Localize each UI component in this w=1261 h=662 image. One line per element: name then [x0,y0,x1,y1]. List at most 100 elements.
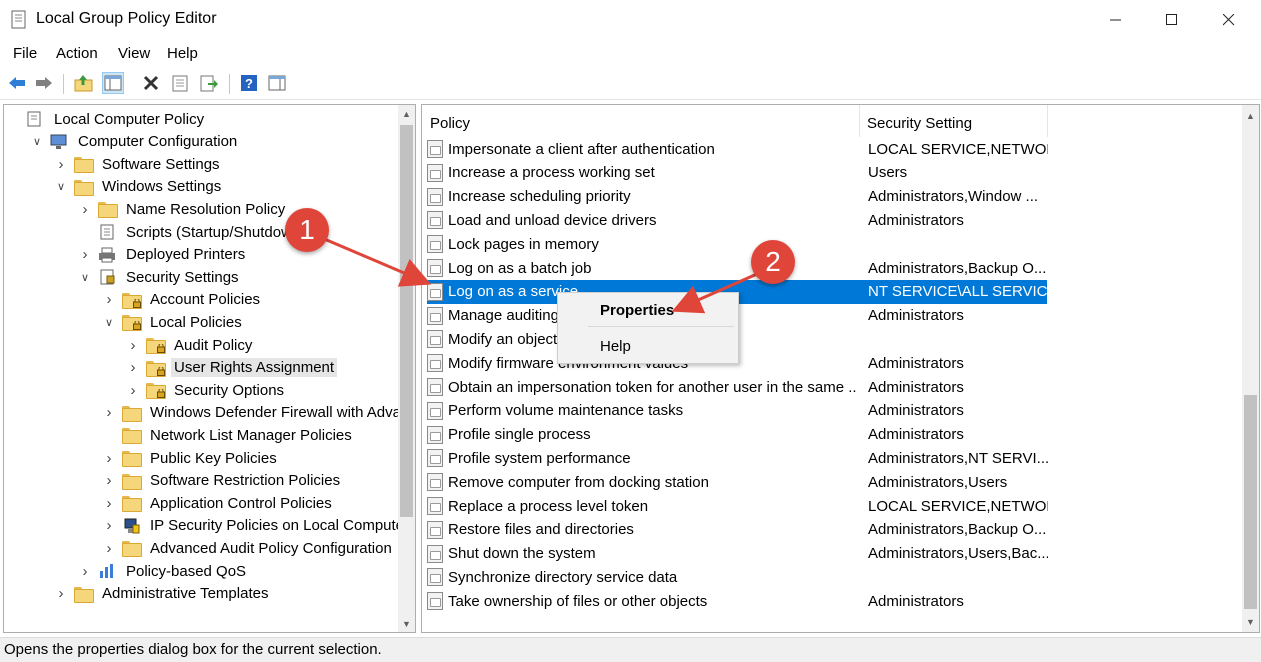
collapse-chevron-icon[interactable]: ∨ [56,181,66,193]
table-row[interactable]: Increase scheduling priority Administrato… [427,185,1047,209]
tree-node-user-rights-assignment[interactable]: User Rights Assignment [146,357,338,379]
help-button[interactable]: ? [238,72,260,94]
table-row[interactable]: Profile single process Administrators [427,423,1047,447]
policy-name: Take ownership of files or other objects [448,592,708,610]
expand-chevron-icon[interactable]: › [104,404,114,421]
tree-node-audit-policy[interactable]: Audit Policy [146,334,255,356]
expand-chevron-icon[interactable]: › [80,563,90,580]
tree-node-name-resolution-policy[interactable]: Name Resolution Policy [98,198,288,220]
expand-chevron-icon[interactable]: › [128,382,138,399]
details-scroll-thumb[interactable] [1244,395,1257,609]
tree-node-public-key-policies[interactable]: Public Key Policies [122,447,280,469]
table-row[interactable]: Profile system performance Administrators… [427,446,1048,470]
expand-chevron-icon[interactable]: › [104,450,114,467]
table-row[interactable]: Load and unload device drivers Administra… [427,208,1047,232]
tree-node-windows-settings[interactable]: Windows Settings [74,176,224,198]
up-folder-button[interactable] [73,72,95,94]
scroll-down-icon[interactable]: ▼ [398,615,415,632]
table-row[interactable]: Lock pages in memory [427,232,1047,256]
tree-node-policy-based-qos[interactable]: Policy-based QoS [98,560,249,582]
tree-node-windows-defender-firewall-with-advance[interactable]: Windows Defender Firewall with Advance [122,402,415,424]
table-row[interactable]: Perform volume maintenance tasks Administ… [427,399,1047,423]
tree-node-account-policies[interactable]: Account Policies [122,289,263,311]
scroll-up-icon[interactable]: ▲ [398,105,415,122]
context-menu-properties[interactable]: Properties [600,302,674,319]
tree-node-security-options[interactable]: Security Options [146,379,287,401]
tree-node-security-settings[interactable]: Security Settings [98,266,242,288]
tree-node-advanced-audit-policy-configuration[interactable]: Advanced Audit Policy Configuration [122,537,395,559]
table-row[interactable]: Restore files and directories Administrat… [427,518,1047,542]
tree-node-ip-security-policies-on-local-computer[interactable]: IP Security Policies on Local Computer [122,515,412,537]
forward-button[interactable] [33,72,55,94]
tree-node-scripts-startup-shutdown[interactable]: Scripts (Startup/Shutdown) [98,221,308,243]
tree-node-label: Computer Configuration [78,133,238,151]
policy-icon [427,449,443,468]
expand-chevron-icon[interactable]: › [128,337,138,354]
tree-node-application-control-policies[interactable]: Application Control Policies [122,492,335,514]
expand-chevron-icon[interactable]: › [80,201,90,218]
expand-chevron-icon[interactable]: › [104,495,114,512]
column-header-security-setting[interactable]: Security Setting [860,105,1048,137]
minimize-button[interactable] [1087,0,1145,40]
table-row[interactable]: Take ownership of files or other objects… [427,589,1047,613]
tree-scroll-thumb[interactable] [400,125,413,517]
scroll-down-icon[interactable]: ▼ [1242,613,1259,630]
context-menu-help[interactable]: Help [600,338,631,355]
expand-chevron-icon[interactable]: › [104,472,114,489]
action-pane-button[interactable] [266,72,288,94]
column-header-policy-label: Policy [430,115,471,132]
security-setting: Administrators,Window ... [868,188,1039,206]
export-list-button[interactable] [198,72,220,94]
menu-help[interactable]: Help [167,45,198,62]
table-row[interactable]: Impersonate a client after authenticatio… [427,137,1048,161]
expand-chevron-icon[interactable]: › [104,517,114,534]
tree-node-local-computer-policy[interactable]: Local Computer Policy [26,108,207,130]
table-row[interactable]: Log on as a batch job Administrators,Back… [427,256,1047,280]
collapse-chevron-icon[interactable]: ∨ [104,317,114,329]
details-pane[interactable]: Policy ˆ Security Setting Impersonate a … [421,104,1260,633]
tree-node-network-list-manager-policies[interactable]: Network List Manager Policies [122,424,355,446]
table-row[interactable]: Increase a process working set Users [427,161,1047,185]
expand-chevron-icon[interactable]: › [128,359,138,376]
table-row[interactable]: Replace a process level token LOCAL SERVI… [427,494,1048,518]
show-hide-tree-icon [104,75,122,91]
column-header-policy[interactable]: Policy [422,105,860,137]
expand-chevron-icon[interactable]: › [80,246,90,263]
table-row[interactable]: Remove computer from docking station Admi… [427,470,1047,494]
expand-chevron-icon[interactable]: › [56,585,66,602]
tree-node-local-policies[interactable]: Local Policies [122,311,245,333]
column-header-setting-label: Security Setting [867,115,973,132]
tree-scrollbar[interactable]: ▲ ▼ [398,105,415,632]
tree-node-label: Security Settings [126,268,239,286]
expand-chevron-icon[interactable]: › [104,291,114,308]
show-hide-tree-button[interactable] [102,72,124,94]
expand-chevron-icon[interactable]: › [56,156,66,173]
status-text: Opens the properties dialog box for the … [4,641,382,658]
tree-node-software-settings[interactable]: Software Settings [74,153,223,175]
maximize-button[interactable] [1143,0,1201,40]
properties-button[interactable] [169,72,191,94]
policy-icon [427,473,443,492]
tree-node-computer-configuration[interactable]: Computer Configuration [50,131,240,153]
details-scrollbar[interactable]: ▲ ▼ [1242,105,1259,632]
scroll-up-icon[interactable]: ▲ [1242,107,1259,124]
collapse-chevron-icon[interactable]: ∨ [32,136,42,148]
back-button[interactable] [6,72,28,94]
expand-chevron-icon[interactable]: › [104,540,114,557]
tree-node-deployed-printers[interactable]: Deployed Printers [98,244,248,266]
console-tree[interactable]: Local Computer Policy ∨ Computer Configura… [3,104,416,633]
tree-node-software-restriction-policies[interactable]: Software Restriction Policies [122,470,343,492]
menu-action[interactable]: Action [56,45,98,62]
tree-node-administrative-templates[interactable]: Administrative Templates [74,583,271,605]
printer-icon [98,247,117,263]
tree-node-label: Local Policies [150,313,242,331]
table-row[interactable]: Synchronize directory service data [427,565,1047,589]
delete-button[interactable] [140,72,162,94]
menu-file[interactable]: File [13,45,37,62]
table-row[interactable]: Shut down the system Administrators,Users… [427,542,1048,566]
menu-view[interactable]: View [118,45,150,62]
table-row[interactable]: Obtain an impersonation token for anothe… [427,375,1047,399]
collapse-chevron-icon[interactable]: ∨ [80,272,90,284]
policy-icon [427,211,443,230]
close-button[interactable] [1200,0,1258,40]
